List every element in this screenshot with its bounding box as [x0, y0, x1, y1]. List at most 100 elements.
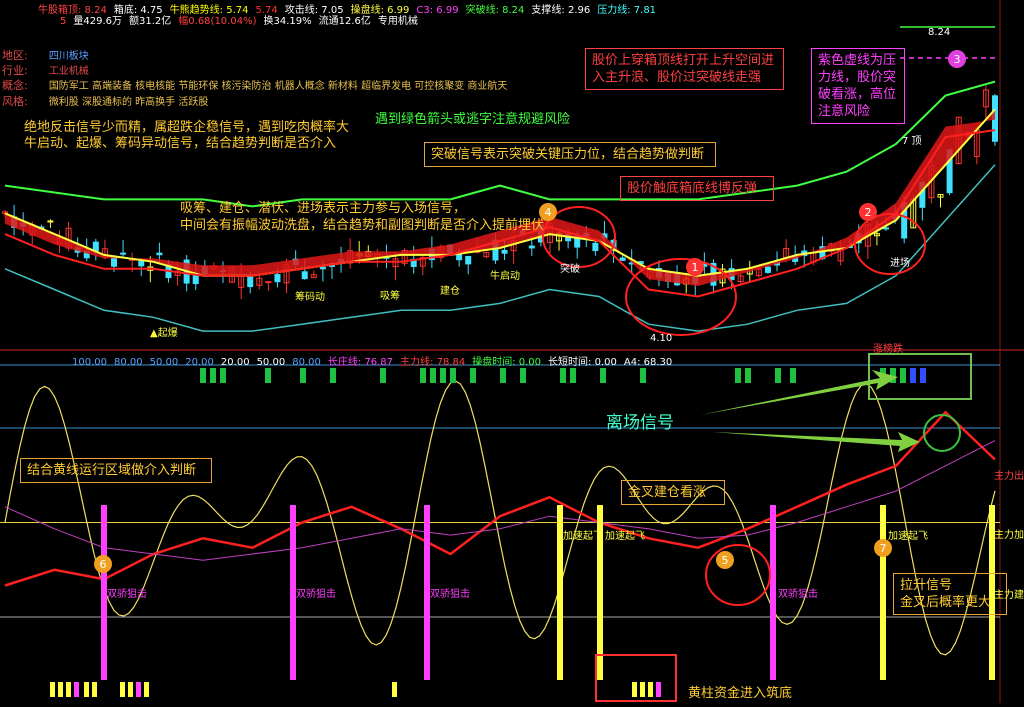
quote-header: 5 量429.6万 额31.2亿 幅0.68(10.04%) 换34.19% 流通12.6…: [60, 12, 425, 27]
sub-indicator-value-1: 80.00: [114, 357, 143, 368]
signal-niu: 牛启动: [490, 271, 520, 282]
signal-xichou: 吸筹: [380, 291, 400, 302]
sub-indicator-value-3: 20.00: [185, 357, 214, 368]
candle-body-35: [319, 266, 326, 270]
marker-label-2: 2: [865, 206, 872, 219]
sub-indicator-value-11: A4: 68.30: [623, 357, 673, 368]
top-signal-bar-19: [745, 368, 751, 383]
yellow-zone-annotation: 结合黄线运行区域做介入判断: [20, 458, 212, 483]
candle-body-84: [764, 266, 771, 273]
bottom-bar-10: [632, 682, 637, 697]
candle-body-55: [501, 249, 508, 254]
exit-arrow-2: [712, 432, 920, 452]
breakout-annotation: 突破信号表示突破关键压力位，结合趋势做判断: [424, 142, 716, 167]
indicator-value-8: 支撑线: 2.96: [531, 5, 591, 16]
sub-indicator-value-10: 长短时间: 0.00: [548, 357, 617, 368]
candle-body-29: [265, 281, 272, 284]
sub-indicator-value-9: 操盘时间: 0.00: [472, 357, 542, 368]
signal-bar-6: [880, 505, 886, 680]
label-zhulijia: 主力加: [994, 530, 1024, 541]
yellow-oscillator: [4, 380, 996, 656]
candle-body-33: [301, 271, 308, 280]
top-signal-bar-15: [570, 368, 576, 383]
candle-body-17: [156, 252, 163, 256]
bottom-bar-1: [58, 682, 63, 697]
label-zhulijian: 主力建: [994, 590, 1024, 601]
candle-body-27: [247, 275, 254, 288]
bottom-bar-3: [74, 682, 79, 697]
sniper-label-1: 双骄狙击: [107, 589, 147, 600]
signal-bar-5: [770, 505, 776, 680]
candle-body-30: [274, 274, 281, 283]
top-signal-bar-24: [900, 368, 906, 383]
bottom-bar-13: [656, 682, 661, 697]
top-signal-bar-11: [470, 368, 476, 383]
bottom-bar-12: [648, 682, 653, 697]
top-signal-bar-8: [430, 368, 436, 383]
top-signal-bar-14: [560, 368, 566, 383]
sub-chart: [4, 368, 996, 697]
top-signal-bar-18: [735, 368, 741, 383]
indicator-value-7: 突破线: 8.24: [465, 5, 525, 16]
highlight-ellipse-4: [923, 414, 961, 452]
top-signal-bar-1: [210, 368, 216, 383]
top-signal-bar-20: [775, 368, 781, 383]
bottom-bar-14: [392, 682, 397, 697]
highlight-ellipse-3: [705, 544, 771, 606]
quote-value-2: 额31.2亿: [129, 16, 172, 27]
quote-value-3: 幅0.68(10.04%): [178, 16, 257, 27]
marker-label-4: 4: [545, 206, 552, 219]
green-arrow-annotation: 遇到绿色箭头或逃字注意规避风险: [375, 112, 571, 127]
candle-body-65: [592, 242, 599, 252]
marker-label-1: 1: [692, 261, 699, 274]
bottom-bar-9: [144, 682, 149, 697]
bottom-bar-8: [136, 682, 141, 697]
exit-signal-label: 离场信号: [606, 413, 674, 433]
bottom-bar-2: [66, 682, 71, 697]
top-signal-bar-26: [920, 368, 926, 383]
top-signal-bar-13: [520, 368, 526, 383]
golden-cross-annotation: 金叉建仓看涨: [621, 480, 725, 505]
top-signal-bar-6: [380, 368, 386, 383]
indicator-value-9: 压力线: 7.81: [597, 5, 657, 16]
signal-ding: 7 顶: [902, 136, 922, 147]
signal-jinchang: 进场: [890, 258, 910, 269]
sniper-label-2: 双骄狙击: [296, 589, 336, 600]
yellow-bar-annotation: 黄柱资金进入筑底: [688, 686, 793, 701]
style-value: 微利股 深股通标的 昨高换手 活跃股: [48, 97, 209, 108]
signal-tupo: 突破: [560, 264, 580, 275]
accel-label-3: 加速起飞: [888, 531, 928, 542]
label-zhulichu: 主力出: [994, 471, 1024, 482]
middle-annotation-2: 中间会有振幅波动洗盘，结合趋势和副图判断是否介入提前埋伏: [180, 218, 545, 233]
bottom-bar-5: [92, 682, 97, 697]
low-price-label: 4.10: [650, 333, 673, 344]
top-signal-bar-2: [220, 368, 226, 383]
left-annotation-2: 牛启动、起爆、筹码异动信号，结合趋势判断是否介入: [24, 136, 337, 151]
highlight-ellipse-1: [625, 258, 737, 336]
marker-label-6: 6: [100, 558, 107, 571]
chart-stage: 1234567 牛股箱顶: 8.24 箱底: 4.75 牛熊趋势线: 5.74 5.7…: [0, 0, 1024, 703]
marker-label-3: 3: [954, 53, 961, 66]
top-signal-bar-21: [790, 368, 796, 383]
info-style-row: 风格: 微利股 深股通标的 昨高换手 活跃股: [2, 90, 208, 109]
sub-indicator-value-5: 50.00: [256, 357, 286, 368]
pressure-annotation: 紫色虚线为压力线，股价突破看涨，高位注意风险: [811, 48, 905, 124]
pull-signal-annotation: 拉升信号 金叉后概率更大: [893, 573, 1007, 615]
quote-value-0: 5: [60, 16, 67, 27]
sub-indicator-value-4: 20.00: [220, 357, 250, 368]
quote-value-6: 专用机械: [377, 16, 418, 27]
top-signal-bar-10: [450, 368, 456, 383]
rebound-annotation: 股价触底箱底线博反弹: [620, 176, 774, 201]
high-price-label: 8.24: [928, 27, 951, 38]
quote-value-4: 换34.19%: [263, 16, 312, 27]
sniper-label-4: 双骄狙击: [778, 589, 818, 600]
quote-value-1: 量429.6万: [73, 16, 123, 27]
candle-body-5: [47, 220, 54, 223]
top-signal-bar-16: [600, 368, 606, 383]
sub-indicator-value-8: 主力线: 78.84: [400, 357, 466, 368]
candle-body-97: [883, 227, 890, 230]
sniper-label-3: 双骄狙击: [430, 589, 470, 600]
sub-indicator-value-7: 长庄线: 76.87: [327, 357, 394, 368]
quote-value-5: 流通12.6亿: [318, 16, 371, 27]
top-signal-bar-0: [200, 368, 206, 383]
